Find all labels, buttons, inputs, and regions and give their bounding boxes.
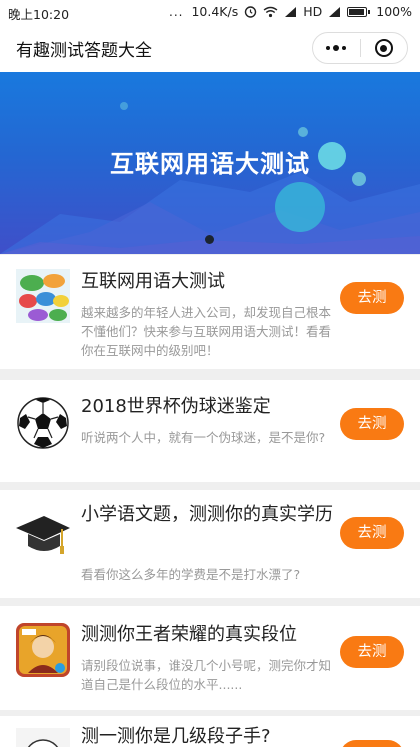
dot: [342, 46, 347, 50]
meme-icon: [16, 728, 70, 747]
status-time: 晚上10:20: [8, 7, 70, 22]
carousel-indicator[interactable]: [205, 235, 214, 244]
quiz-card[interactable]: 互联网用语大测试 越来越多的年轻人进入公司，却发现自己根本不懂他们？快来参与互联…: [0, 255, 420, 369]
signal-icon-2: [329, 6, 341, 17]
game-hero-icon: [16, 623, 70, 677]
wifi-icon: [263, 6, 278, 17]
banner-bubble: [298, 127, 308, 137]
go-test-button[interactable]: 去测: [340, 282, 404, 314]
quiz-title: 小学语文题，测测你的真实学历: [81, 504, 333, 525]
network-speed: 10.4K/s: [191, 4, 239, 19]
network-type: HD: [303, 4, 323, 19]
graduation-cap-icon: [16, 516, 70, 554]
miniprogram-capsule: [312, 32, 408, 64]
quiz-title: 测测你王者荣耀的真实段位: [81, 624, 297, 645]
quiz-title: 2018世界杯伪球迷鉴定: [81, 396, 271, 417]
close-button[interactable]: [360, 33, 407, 63]
quiz-title: 测一测你是几级段子手?: [81, 726, 271, 747]
dot: [333, 45, 340, 51]
quiz-description: 听说两个人中，就有一个伪球迷，是不是你?: [81, 430, 326, 445]
quiz-title: 互联网用语大测试: [81, 271, 225, 292]
quiz-description: 请别段位说事，谁没几个小号呢，测完你才知道自己是什么段位的水平......: [81, 658, 332, 692]
notification-dots: ...: [169, 4, 184, 19]
soccer-ball-icon: [17, 397, 69, 449]
more-menu-button[interactable]: [313, 33, 360, 63]
battery-fill: [349, 8, 365, 15]
banner-carousel[interactable]: 互联网用语大测试: [0, 72, 420, 254]
alarm-icon: [245, 6, 257, 18]
dot: [326, 46, 331, 50]
go-test-button[interactable]: 去测: [340, 740, 404, 747]
go-test-button[interactable]: 去测: [340, 517, 404, 549]
status-bar: 晚上10:20 ... 10.4K/s HD 100%: [0, 0, 420, 24]
battery-icon: [347, 6, 371, 17]
quiz-card[interactable]: 测一测你是几级段子手? 去测: [0, 716, 420, 747]
speech-bubbles-icon: [16, 269, 70, 323]
banner-title: 互联网用语大测试: [110, 150, 310, 178]
go-test-button[interactable]: 去测: [340, 408, 404, 440]
signal-icon: [285, 6, 297, 17]
quiz-card[interactable]: 测测你王者荣耀的真实段位 请别段位说事，谁没几个小号呢，测完你才知道自己是什么段…: [0, 606, 420, 710]
quiz-description: 看看你这么多年的学费是不是打水漂了?: [81, 567, 301, 582]
go-test-button[interactable]: 去测: [340, 636, 404, 668]
nav-bar: 有趣测试答题大全: [0, 24, 420, 72]
banner-bubble: [275, 182, 325, 232]
quiz-card[interactable]: 2018世界杯伪球迷鉴定 听说两个人中，就有一个伪球迷，是不是你? 去测: [0, 380, 420, 482]
close-target-icon: [374, 39, 393, 57]
quiz-card[interactable]: 小学语文题，测测你的真实学历 看看你这么多年的学费是不是打水漂了? 去测: [0, 490, 420, 598]
page-title: 有趣测试答题大全: [16, 41, 152, 61]
status-right: ... 10.4K/s HD 100%: [169, 4, 412, 19]
banner-bubble: [120, 102, 128, 110]
battery-percent: 100%: [376, 4, 412, 19]
quiz-description: 越来越多的年轻人进入公司，却发现自己根本不懂他们？快来参与互联网用语大测试！看看…: [81, 305, 332, 358]
